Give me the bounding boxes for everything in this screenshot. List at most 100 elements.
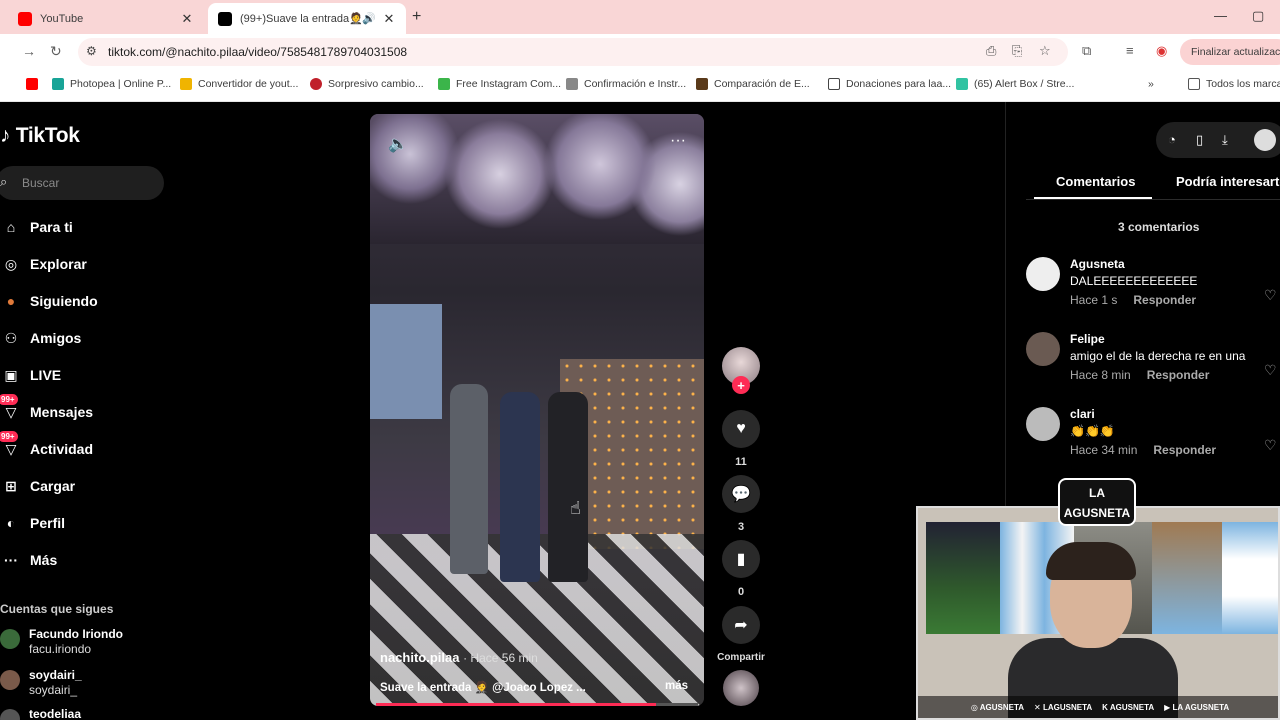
tab-podria-interesarte[interactable]: Podría interesarte	[1176, 174, 1280, 189]
music-disc-avatar[interactable]	[723, 670, 759, 706]
comment-user[interactable]: clari	[1070, 407, 1095, 421]
bookmark-youtube[interactable]	[26, 78, 44, 90]
nav-live[interactable]: ▣ LIVE	[0, 362, 61, 388]
video-author[interactable]: nachito.pilaa · Hace 56 min	[380, 650, 538, 665]
compare-icon	[696, 78, 708, 90]
nav-explorar[interactable]: ◎ Explorar	[0, 251, 87, 277]
kick-handle: K AGUSNETA	[1102, 702, 1155, 712]
nav-mensajes[interactable]: ▽ 99+ Mensajes	[0, 394, 93, 425]
search-input[interactable]: ⌕ Buscar	[0, 166, 164, 200]
photopea-icon	[52, 78, 64, 90]
nav-para-ti[interactable]: ⌂ Para ti	[0, 214, 73, 240]
like-count: 11	[735, 456, 747, 468]
nav-cargar[interactable]: ⊞ Cargar	[0, 473, 75, 499]
volume-icon[interactable]: 🔈	[388, 134, 408, 154]
star-icon[interactable]: ☆	[1039, 43, 1051, 59]
bookmark-item[interactable]: Convertidor de yout...	[180, 78, 298, 90]
reply-button[interactable]: Responder	[1153, 443, 1216, 457]
streamer-logo: LA AGUSNETA	[1058, 478, 1136, 526]
reply-button[interactable]: Responder	[1133, 293, 1196, 307]
comment-icon[interactable]: 💬	[722, 475, 760, 513]
media-icon[interactable]: ≡	[1126, 43, 1134, 58]
share-action[interactable]: ➦ Compartir	[714, 606, 768, 663]
close-tab-icon[interactable]: ✕	[382, 11, 396, 27]
bookmark-icon[interactable]: ▮	[722, 540, 760, 578]
nav-perfil[interactable]: ◐ Perfil	[0, 510, 65, 536]
nav-siguiendo[interactable]: ● Siguiendo	[0, 288, 98, 314]
all-bookmarks[interactable]: Todos los marca	[1188, 78, 1280, 90]
more-icon: ···	[4, 552, 18, 568]
bookmark-label: Free Instagram Com...	[456, 78, 562, 90]
device-icon[interactable]: ▯	[1196, 132, 1203, 148]
tiktok-logo[interactable]: ♪ TikTok	[0, 124, 80, 148]
tiktok-page: ♪ TikTok ⌕ Buscar ⌂ Para ti ◎ Explorar ● Si…	[0, 102, 1280, 720]
user-avatar[interactable]	[1254, 129, 1276, 151]
download-icon[interactable]: ⤓	[1222, 132, 1228, 148]
comment-user[interactable]: Agusneta	[1070, 257, 1125, 271]
heart-icon[interactable]: ♥	[722, 410, 760, 448]
video-player[interactable]: 🔈 ··· nachito.pilaa · Hace 56 min Suave …	[370, 114, 704, 706]
nav-actividad[interactable]: ▽ 99+ Actividad	[0, 431, 93, 462]
logo-text: TikTok	[15, 124, 80, 147]
avatar[interactable]	[1026, 257, 1060, 291]
address-bar[interactable]: ⚙ tiktok.com/@nachito.pilaa/video/758548…	[78, 38, 1068, 66]
nav-mas[interactable]: ··· Más	[0, 547, 57, 573]
coins-icon[interactable]: ◔	[1168, 132, 1176, 147]
profile-icon[interactable]: ◉	[1156, 43, 1167, 59]
close-tab-icon[interactable]: ✕	[180, 11, 194, 27]
url-text: tiktok.com/@nachito.pilaa/video/75854817…	[108, 45, 408, 59]
following-account[interactable]: teodeliaa	[0, 707, 81, 720]
comments-count: 3 comentarios	[1118, 220, 1200, 234]
maximize-icon[interactable]: ▢	[1252, 8, 1264, 24]
avatar[interactable]	[1026, 407, 1060, 441]
more-options-icon[interactable]: ···	[670, 132, 686, 150]
bookmark-item[interactable]: (65) Alert Box / Stre...	[956, 78, 1074, 90]
heart-icon[interactable]: ♡	[1264, 287, 1277, 304]
notification-badge: 99+	[0, 431, 18, 442]
bookmark-label: Todos los marca	[1206, 78, 1280, 90]
new-tab-button[interactable]: +	[412, 8, 421, 26]
site-info-icon[interactable]: ⚙	[86, 44, 97, 58]
heart-icon[interactable]: ♡	[1264, 362, 1277, 379]
speaker-icon[interactable]: 🔊	[362, 12, 376, 25]
account-handle: soydairi_	[29, 683, 78, 697]
bookmarks-overflow-button[interactable]: »	[1148, 78, 1154, 90]
install-icon[interactable]: ⎙	[986, 43, 996, 59]
avatar[interactable]	[1026, 332, 1060, 366]
handle-text: LA AGUSNETA	[1172, 702, 1230, 712]
reload-icon[interactable]: ↻	[50, 43, 62, 60]
tab-youtube[interactable]: YouTube ✕	[8, 3, 204, 34]
tab-tiktok[interactable]: (99+)Suave la entrada🤵@ 🔊 ✕	[208, 3, 406, 34]
following-account[interactable]: soydairi_ soydairi_	[0, 668, 82, 698]
bookmark-item[interactable]: Comparación de E...	[696, 78, 810, 90]
bookmark-item[interactable]: Photopea | Online P...	[52, 78, 171, 90]
like-action[interactable]: ♥ 11	[722, 410, 760, 468]
comment-user[interactable]: Felipe	[1070, 332, 1105, 346]
comment-text: amigo el de la derecha re en una	[1070, 349, 1246, 363]
reply-button[interactable]: Responder	[1147, 368, 1210, 382]
video-progress-fill	[376, 703, 657, 706]
forward-icon[interactable]: →	[22, 43, 36, 59]
save-action[interactable]: ▮ 0	[722, 540, 760, 598]
tab-comentarios[interactable]: Comentarios	[1056, 174, 1135, 189]
bookmark-item[interactable]: Sorpresivo cambio...	[310, 78, 424, 90]
compass-icon: ◎	[4, 255, 18, 272]
update-button[interactable]: Finalizar actualizació	[1180, 39, 1280, 65]
comment-action[interactable]: 💬 3	[722, 475, 760, 533]
video-progress-bar[interactable]	[376, 703, 698, 706]
follow-button[interactable]: +	[732, 376, 750, 394]
extensions-icon[interactable]: ⧉	[1082, 43, 1091, 59]
bookmark-item[interactable]: Confirmación e Instr...	[566, 78, 686, 90]
following-account[interactable]: Facundo Iriondo facu.iriondo	[0, 627, 123, 657]
link-icon	[566, 78, 578, 90]
heart-icon[interactable]: ♡	[1264, 437, 1277, 454]
description-more-button[interactable]: más	[665, 680, 688, 692]
bookmark-item[interactable]: Free Instagram Com...	[438, 78, 561, 90]
share-icon[interactable]: ➦	[722, 606, 760, 644]
translate-icon[interactable]: ⎘	[1012, 43, 1022, 59]
webcam-poster	[926, 522, 1000, 634]
nav-amigos[interactable]: ⚇ Amigos	[0, 325, 82, 351]
minimize-icon[interactable]: —	[1214, 8, 1227, 23]
bookmark-item[interactable]: Donaciones para laa...	[828, 78, 951, 90]
comment-time: Hace 1 s	[1070, 293, 1118, 307]
